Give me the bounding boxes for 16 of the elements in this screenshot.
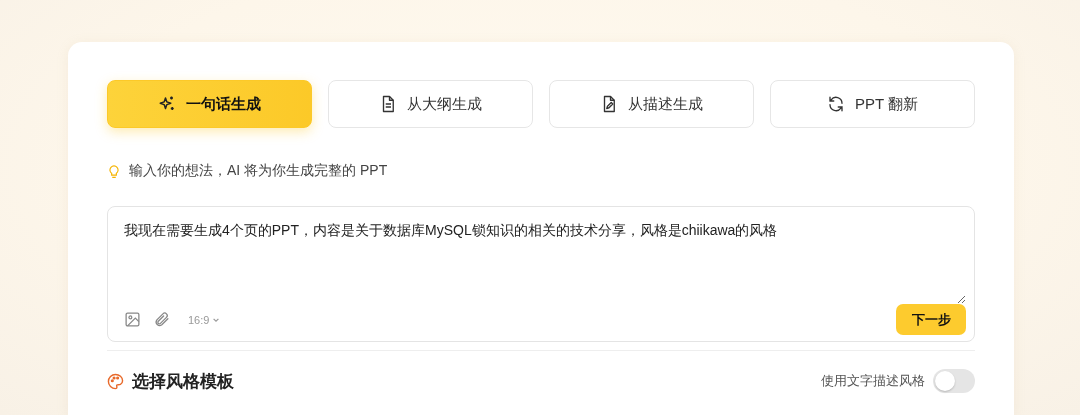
mode-tab[interactable]: 一句话生成 [107,80,312,128]
mode-tab[interactable]: PPT 翻新 [770,80,975,128]
prompt-field[interactable]: 我现在需要生成4个页的PPT，内容是关于数据库MySQL锁知识的相关的技术分享，风格是chiikawa的风格 16:9 下一步 [107,206,975,342]
mode-tab[interactable]: 从描述生成 [549,80,754,128]
section-title: 选择风格模板 [132,370,234,393]
palette-icon [107,372,124,390]
refresh-icon [826,95,845,113]
sparkle-icon [158,95,176,113]
toggle-switch[interactable] [933,369,975,393]
mode-tab[interactable]: 从大纲生成 [328,80,533,128]
hint-text: 输入你的想法，AI 将为你生成完整的 PPT [129,162,388,180]
next-button[interactable]: 下一步 [896,304,966,335]
lightbulb-icon [107,163,121,179]
paperclip-icon[interactable] [153,311,170,328]
image-icon[interactable] [124,311,141,328]
toggle-label: 使用文字描述风格 [821,372,925,390]
